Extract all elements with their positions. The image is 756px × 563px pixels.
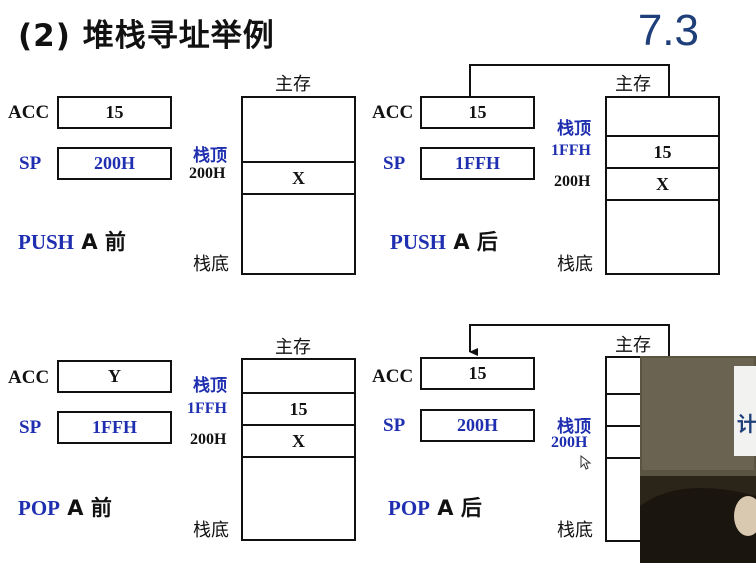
stack-memory: 15 X bbox=[241, 358, 356, 541]
acc-label: ACC bbox=[8, 367, 50, 388]
stack-top-label: 栈顶 bbox=[193, 376, 227, 396]
address-1ffh: 1FFH bbox=[551, 142, 591, 159]
caption-op: POP bbox=[18, 496, 60, 520]
stack-memory: X bbox=[241, 96, 356, 275]
mouse-cursor-icon bbox=[580, 455, 592, 470]
acc-register: 15 bbox=[420, 96, 535, 129]
caption-op: POP bbox=[388, 496, 430, 520]
acc-register: Y bbox=[57, 360, 172, 393]
address-200h: 200H bbox=[190, 431, 227, 448]
acc-label: ACC bbox=[372, 366, 414, 387]
caption-rest: A 后 bbox=[446, 230, 498, 254]
stack-bottom-label: 栈底 bbox=[557, 520, 593, 541]
caption-op: PUSH bbox=[18, 230, 75, 254]
sp-register: 200H bbox=[420, 409, 535, 442]
webcam-visible-text: 计 bbox=[737, 414, 756, 436]
stack-bottom-label: 栈底 bbox=[193, 254, 229, 275]
caption-rest: A 后 bbox=[430, 496, 482, 520]
memory-cell-1ffh: 15 bbox=[653, 142, 672, 162]
caption-op: PUSH bbox=[390, 230, 447, 254]
sp-register: 1FFH bbox=[57, 411, 172, 444]
main-memory-label: 主存 bbox=[615, 335, 651, 356]
stack-bottom-label: 栈底 bbox=[193, 520, 229, 541]
memory-cell-1ffh: 15 bbox=[289, 399, 308, 419]
main-memory-label: 主存 bbox=[615, 74, 651, 95]
webcam-scene bbox=[640, 356, 756, 563]
acc-register: 15 bbox=[420, 357, 535, 390]
webcam-overlay: 计 bbox=[640, 356, 756, 563]
sp-register: 200H bbox=[57, 147, 172, 180]
acc-register: 15 bbox=[57, 96, 172, 129]
address-200h: 200H bbox=[551, 434, 588, 451]
caption-pop-before: POP A 前 bbox=[18, 492, 112, 522]
main-memory-label: 主存 bbox=[275, 337, 311, 358]
caption-push-before: PUSH A 前 bbox=[18, 226, 126, 256]
caption-rest: A 前 bbox=[74, 230, 126, 254]
caption-pop-after: POP A 后 bbox=[388, 492, 482, 522]
sp-label: SP bbox=[383, 153, 406, 174]
sp-label: SP bbox=[19, 153, 42, 174]
main-memory-label: 主存 bbox=[275, 74, 311, 95]
acc-label: ACC bbox=[8, 102, 50, 123]
sp-label: SP bbox=[383, 415, 406, 436]
caption-rest: A 前 bbox=[60, 496, 112, 520]
stack-bottom-label: 栈底 bbox=[557, 254, 593, 275]
memory-cell-200h: X bbox=[656, 174, 669, 194]
stack-memory: 15 X bbox=[605, 96, 720, 275]
address-1ffh: 1FFH bbox=[187, 400, 227, 417]
acc-label: ACC bbox=[372, 102, 414, 123]
address-200h: 200H bbox=[554, 173, 591, 190]
stack-top-label: 栈顶 bbox=[557, 119, 591, 139]
stack-top-label: 栈顶 bbox=[193, 146, 227, 166]
address-200h: 200H bbox=[189, 165, 226, 182]
sp-label: SP bbox=[19, 417, 42, 438]
caption-push-after: PUSH A 后 bbox=[390, 226, 498, 256]
sp-register: 1FFH bbox=[420, 147, 535, 180]
memory-cell-200h: X bbox=[292, 431, 305, 451]
memory-cell-200h: X bbox=[292, 168, 305, 188]
